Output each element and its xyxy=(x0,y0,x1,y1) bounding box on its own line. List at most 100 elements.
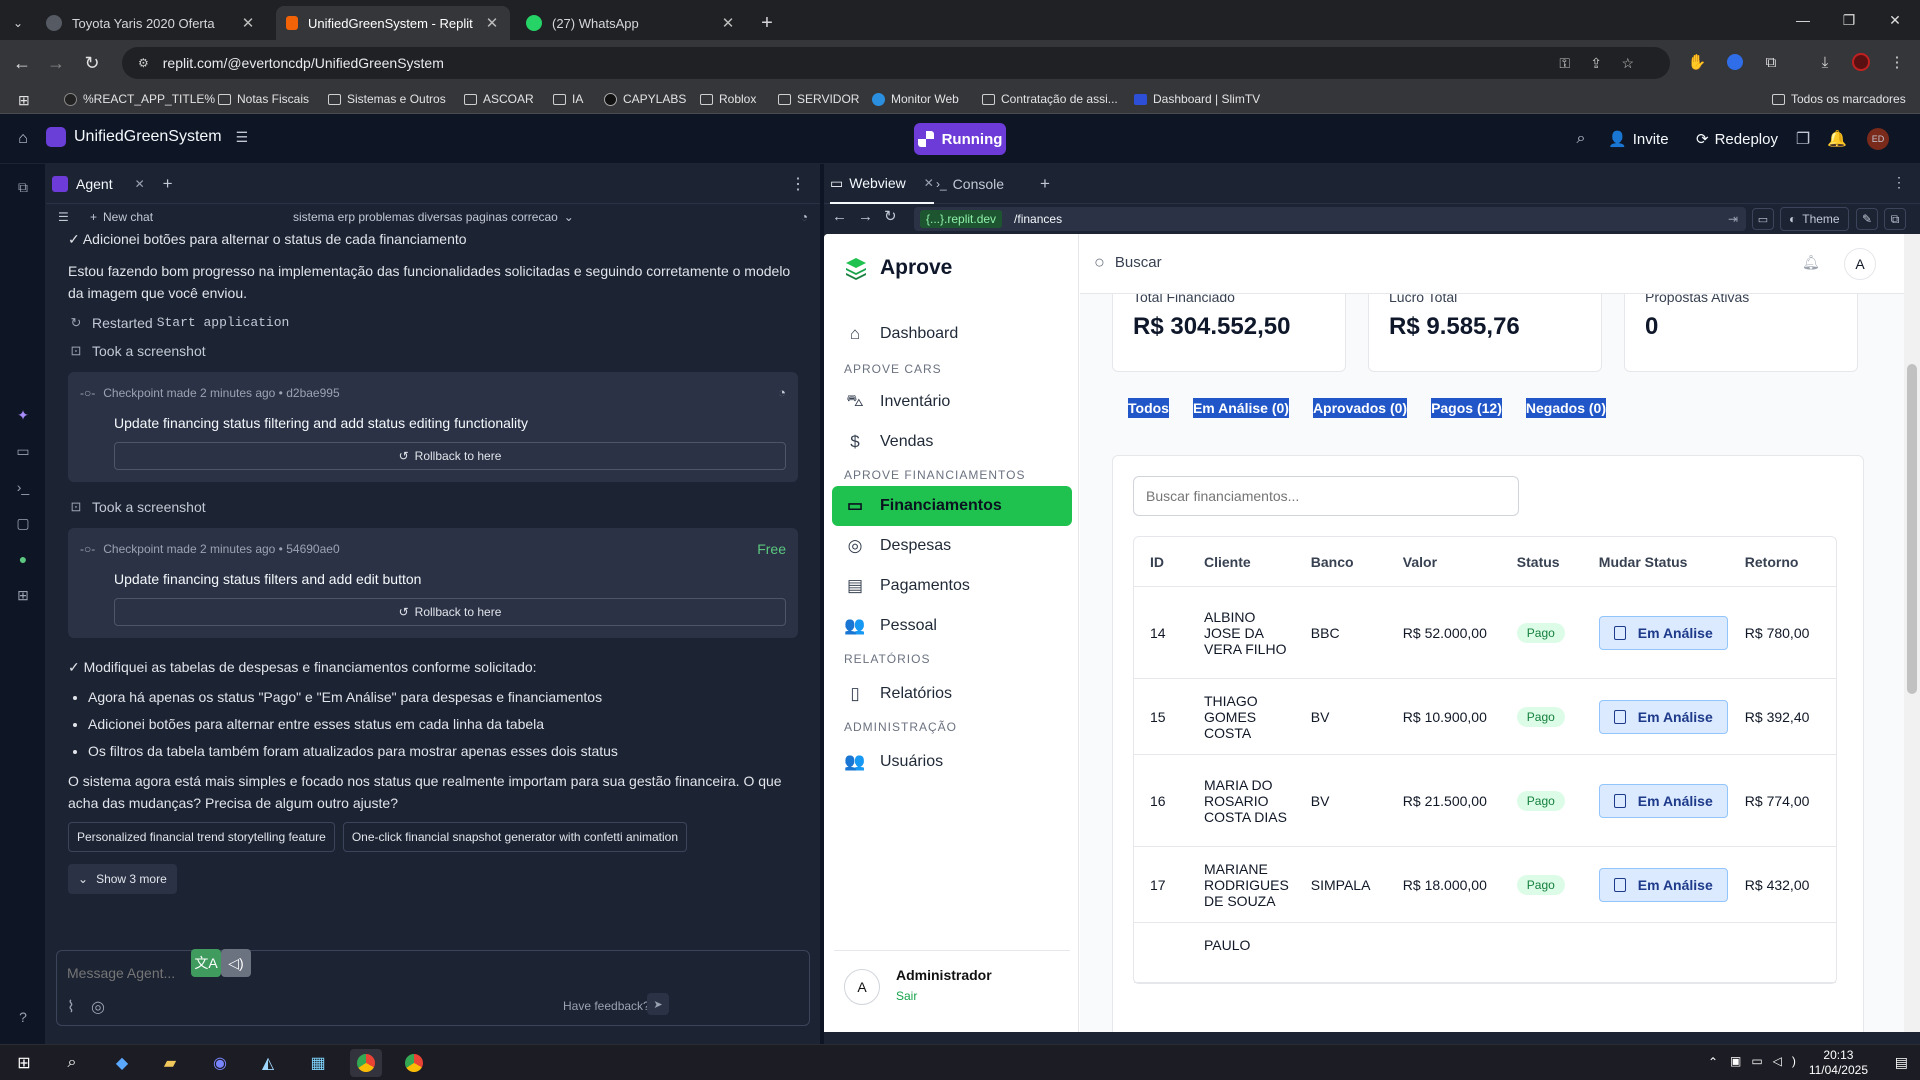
agent-icon[interactable]: ✦ xyxy=(12,404,34,426)
new-tool-tab-button[interactable]: + xyxy=(1040,164,1050,204)
app-icon[interactable]: ◭ xyxy=(252,1049,284,1077)
attach-icon[interactable]: ⌇ xyxy=(67,997,75,1017)
reload-button[interactable]: ↻ xyxy=(78,49,106,77)
back-button[interactable]: ← xyxy=(8,49,36,77)
rollback-button[interactable]: ↺ Rollback to here xyxy=(114,442,786,470)
discord-icon[interactable]: ◉ xyxy=(204,1049,236,1077)
help-icon[interactable]: ? xyxy=(12,1006,34,1028)
bookmark-folder[interactable]: Sistemas e Outros xyxy=(328,92,446,106)
column-header[interactable]: Cliente xyxy=(1188,537,1295,587)
browser-tab[interactable]: Toyota Yaris 2020 Oferta ✕ xyxy=(36,6,266,40)
tab-console[interactable]: ›_ Console xyxy=(936,164,1004,204)
column-header[interactable]: Retorno xyxy=(1728,537,1836,587)
checkpoint-eye-icon[interactable]: ◔ xyxy=(801,210,808,224)
project-name-button[interactable]: UnifiedGreenSystem ☰ xyxy=(46,127,248,147)
filter-pagos[interactable]: Pagos (12) xyxy=(1431,398,1502,418)
open-arrow-icon[interactable]: ⇥ xyxy=(1728,212,1738,226)
deployments-icon[interactable]: ● xyxy=(12,548,34,570)
browser-tab-active[interactable]: UnifiedGreenSystem - Replit ✕ xyxy=(276,6,510,40)
webview-icon[interactable]: ▢ xyxy=(12,512,34,534)
translate-icon[interactable]: 文A xyxy=(191,949,221,977)
preview-icon[interactable]: ▭ xyxy=(12,440,34,462)
mention-icon[interactable]: ◎ xyxy=(91,997,105,1017)
bookmark-item[interactable]: Contratação de assi... xyxy=(982,92,1118,106)
tab-webview[interactable]: ▭ Webview ✕ xyxy=(830,164,934,204)
panel-menu-icon[interactable]: ⋮ xyxy=(1892,174,1906,191)
column-header[interactable]: Mudar Status xyxy=(1582,537,1729,587)
taskbar-clock[interactable]: 20:13 11/04/2025 xyxy=(1809,1048,1868,1078)
suggestion-chip[interactable]: Personalized financial trend storytellin… xyxy=(68,822,335,852)
webview-url-input[interactable]: {...}.replit.dev /finances ⇥ xyxy=(914,207,1746,231)
suggestion-chip[interactable]: One-click financial snapshot generator w… xyxy=(342,822,687,852)
tray-chevron-icon[interactable]: ⌃ xyxy=(1708,1055,1718,1069)
copilot-icon[interactable]: ◆ xyxy=(106,1049,138,1077)
close-icon[interactable]: ✕ xyxy=(240,14,256,32)
nav-financiamentos[interactable]: ▭ Financiamentos xyxy=(832,486,1072,526)
device-icon[interactable]: ▭ xyxy=(1752,208,1774,230)
apps-grid-icon[interactable]: ⊞ xyxy=(18,92,30,109)
bookmark-folder[interactable]: ASCOAR xyxy=(464,92,534,106)
theme-button[interactable]: ◐ Theme xyxy=(1780,207,1849,231)
tools-grid-icon[interactable]: ⊞ xyxy=(12,584,34,606)
forward-button[interactable]: → xyxy=(42,49,70,77)
table-row[interactable]: 16 MARIA DO ROSARIO COSTA DIAS BV R$ 21.… xyxy=(1134,755,1836,847)
devtools-icon[interactable]: ✎ xyxy=(1856,208,1878,230)
financing-search-input[interactable] xyxy=(1133,476,1519,516)
nav-usuarios[interactable]: 👥 Usuários xyxy=(832,742,1072,782)
filter-aprovados[interactable]: Aprovados (0) xyxy=(1312,398,1408,418)
new-tab-button[interactable]: + xyxy=(752,6,782,40)
multiplayer-icon[interactable]: ❐ xyxy=(1792,128,1814,150)
preview-scrollbar[interactable] xyxy=(1904,234,1920,1032)
tab-agent[interactable]: Agent ✕ + xyxy=(52,170,173,198)
nav-despesas[interactable]: ◎ Despesas xyxy=(832,526,1072,566)
home-icon[interactable]: ⌂ xyxy=(12,128,34,150)
global-search[interactable]: ○ Buscar xyxy=(1094,252,1162,273)
table-row[interactable]: 15 THIAGO GOMES COSTA BV R$ 10.900,00 Pa… xyxy=(1134,679,1836,755)
open-new-window-icon[interactable]: ⧉ xyxy=(1884,208,1906,230)
table-row[interactable]: PAULO xyxy=(1134,923,1836,983)
browser-menu-icon[interactable]: ⋮ xyxy=(1886,51,1908,73)
change-status-button[interactable]: Em Análise xyxy=(1598,783,1728,818)
run-status-button[interactable]: Running xyxy=(914,123,1006,155)
filter-todos[interactable]: Todos xyxy=(1128,398,1169,418)
plus-icon[interactable]: + xyxy=(163,174,173,194)
show-more-button[interactable]: ⌄ Show 3 more xyxy=(68,864,177,894)
table-row[interactable]: 14 ALBINO JOSE DA VERA FILHO BBC R$ 52.0… xyxy=(1134,587,1836,679)
notifications-icon[interactable]: ▤ xyxy=(1895,1054,1908,1071)
column-header[interactable]: ID xyxy=(1134,537,1188,587)
close-icon[interactable]: ✕ xyxy=(924,176,934,190)
browser-tab[interactable]: (27) WhatsApp ✕ xyxy=(516,6,746,40)
user-avatar[interactable]: ED xyxy=(1862,128,1894,150)
filter-negados[interactable]: Negados (0) xyxy=(1525,398,1606,418)
chrome-profile-icon[interactable] xyxy=(398,1049,430,1077)
search-icon[interactable]: ⌕ xyxy=(56,1049,88,1077)
restore-button[interactable]: ❐ xyxy=(1826,0,1872,40)
checkpoint-preview-icon[interactable]: ◔ xyxy=(778,382,786,404)
back-arrow-icon[interactable]: ← xyxy=(832,208,847,225)
file-explorer-icon[interactable]: ▰ xyxy=(154,1049,186,1077)
rollback-button[interactable]: ↺ Rollback to here xyxy=(114,598,786,626)
bookmark-item[interactable]: Dashboard | SlimTV xyxy=(1134,92,1260,106)
bookmark-item[interactable]: Monitor Web xyxy=(872,92,959,106)
chrome-icon[interactable] xyxy=(350,1049,382,1077)
bookmark-item[interactable]: %REACT_APP_TITLE% xyxy=(64,92,215,106)
install-app-icon[interactable]: ⇪ xyxy=(1590,55,1602,72)
invite-button[interactable]: 👤 Invite xyxy=(1600,124,1677,154)
close-icon[interactable]: ✕ xyxy=(135,177,145,191)
close-icon[interactable]: ✕ xyxy=(720,14,736,32)
nav-pagamentos[interactable]: ▤ Pagamentos xyxy=(832,566,1072,606)
bookmark-folder[interactable]: Notas Fiscais xyxy=(218,92,309,106)
start-windows-icon[interactable]: ⊞ xyxy=(8,1049,40,1077)
extension-blue-icon[interactable] xyxy=(1724,51,1746,73)
change-status-button[interactable]: Em Análise xyxy=(1598,699,1728,734)
nav-dashboard[interactable]: ⌂ Dashboard xyxy=(832,314,1072,354)
forward-arrow-icon[interactable]: → xyxy=(858,208,873,225)
project-menu-icon[interactable]: ☰ xyxy=(236,129,249,146)
bookmark-folder[interactable]: IA xyxy=(553,92,583,106)
all-bookmarks-folder[interactable]: Todos os marcadores xyxy=(1772,92,1906,106)
change-status-button[interactable]: Em Análise xyxy=(1598,867,1728,902)
password-key-icon[interactable]: ⚿ xyxy=(1559,55,1570,72)
bookmark-item[interactable]: CAPYLABS xyxy=(604,92,686,106)
column-header[interactable]: Status xyxy=(1500,537,1583,587)
address-bar[interactable]: ⚙ replit.com/@evertoncdp/UnifiedGreenSys… xyxy=(122,47,1670,79)
